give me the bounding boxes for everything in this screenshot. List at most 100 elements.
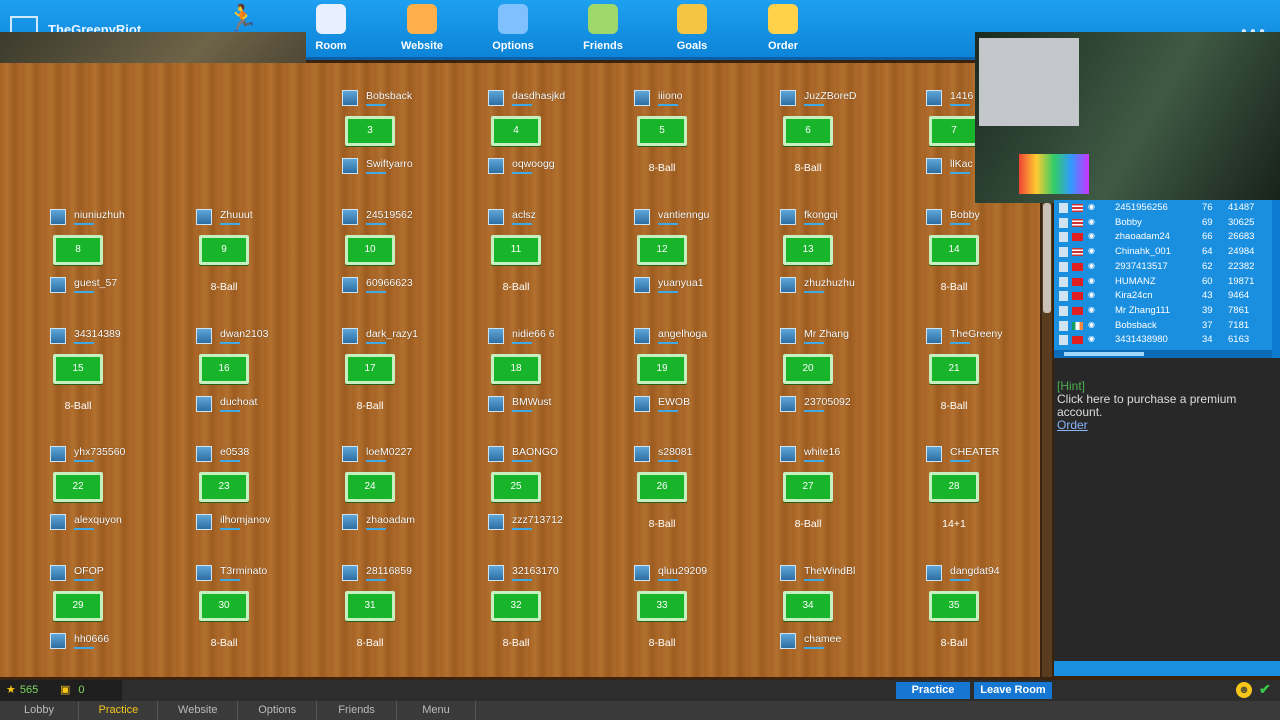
- pool-table[interactable]: 18: [491, 353, 541, 384]
- pool-table[interactable]: 9: [199, 235, 249, 265]
- table-slot[interactable]: OFOP 29 hh0666: [50, 564, 150, 675]
- player-top[interactable]: loeM0227: [342, 446, 442, 464]
- tab-options[interactable]: Options: [238, 701, 318, 720]
- player-bottom[interactable]: zhaoadam: [342, 514, 442, 532]
- player-top[interactable]: niuniuzhuh: [50, 209, 150, 227]
- pool-table[interactable]: 26: [637, 472, 687, 502]
- pool-table[interactable]: 32: [491, 590, 541, 621]
- player-bottom[interactable]: alexquyon: [50, 514, 150, 532]
- table-slot[interactable]: 28116859 31 8-Ball: [342, 564, 442, 675]
- player-bottom[interactable]: 23705092: [780, 395, 880, 414]
- pool-table[interactable]: 21: [929, 353, 979, 384]
- check-icon[interactable]: ✔: [1259, 681, 1271, 698]
- pool-table[interactable]: 29: [53, 590, 103, 621]
- player-top[interactable]: 32163170: [488, 564, 588, 583]
- tab-friends[interactable]: Friends: [318, 701, 397, 720]
- runner-icon[interactable]: 🏃: [226, 2, 258, 34]
- player-top[interactable]: JuzZBoreD: [780, 90, 880, 108]
- player-top[interactable]: yhx735560: [50, 446, 150, 464]
- table-slot[interactable]: 34314389 15 8-Ball: [50, 327, 150, 438]
- pool-table[interactable]: 23: [199, 472, 249, 502]
- leave-room-button[interactable]: Leave Room: [974, 682, 1052, 699]
- table-slot[interactable]: Zhuuut 9 8-Ball: [196, 209, 296, 319]
- player-top[interactable]: e0538: [196, 446, 296, 464]
- table-slot[interactable]: e0538 23 ilhomjanov: [196, 446, 296, 556]
- table-slot[interactable]: 32163170 32 8-Ball: [488, 564, 588, 675]
- table-slot[interactable]: Bobsback 3 Swiftyarro: [342, 90, 442, 200]
- player-top[interactable]: CHEATER: [926, 446, 1026, 464]
- table-slot[interactable]: vantienngu 12 yuanyua1: [634, 209, 734, 319]
- pool-table[interactable]: 15: [53, 353, 103, 384]
- player-bottom[interactable]: zzz713712: [488, 514, 588, 532]
- player-top[interactable]: s28081: [634, 446, 734, 464]
- player-bottom[interactable]: oqwoogg: [488, 158, 588, 176]
- ranking-row[interactable]: ◉ HUMANZ 60 19871: [1054, 275, 1272, 290]
- player-top[interactable]: dangdat94: [926, 564, 1026, 583]
- player-top[interactable]: iiiono: [634, 90, 734, 108]
- table-slot[interactable]: fkongqi 13 zhuzhuzhu: [780, 209, 880, 319]
- eye-icon[interactable]: ◉: [1088, 290, 1095, 299]
- ranking-row[interactable]: ◉ 2937413517 62 22382: [1054, 260, 1272, 275]
- player-bottom[interactable]: hh0666: [50, 632, 150, 651]
- eye-icon[interactable]: ◉: [1088, 276, 1095, 285]
- practice-button[interactable]: Practice: [896, 682, 970, 699]
- eye-icon[interactable]: ◉: [1088, 246, 1095, 255]
- player-bottom[interactable]: ilhomjanov: [196, 514, 296, 532]
- table-slot[interactable]: white16 27 8-Ball: [780, 446, 880, 556]
- pool-table[interactable]: 30: [199, 590, 249, 621]
- tab-lobby[interactable]: Lobby: [0, 701, 79, 720]
- eye-icon[interactable]: ◉: [1088, 217, 1095, 226]
- player-bottom[interactable]: chamee: [780, 632, 880, 651]
- eye-icon[interactable]: ◉: [1088, 320, 1095, 329]
- pool-table[interactable]: 6: [783, 116, 833, 146]
- table-slot[interactable]: yhx735560 22 alexquyon: [50, 446, 150, 556]
- table-slot[interactable]: angelhoga 19 EWOB: [634, 327, 734, 438]
- pool-table[interactable]: 3: [345, 116, 395, 146]
- pool-table[interactable]: 13: [783, 235, 833, 265]
- player-top[interactable]: Zhuuut: [196, 209, 296, 227]
- player-bottom[interactable]: 60966623: [342, 277, 442, 295]
- player-top[interactable]: white16: [780, 446, 880, 464]
- tab-practice[interactable]: Practice: [79, 701, 159, 720]
- pool-table[interactable]: 12: [637, 235, 687, 265]
- pool-table[interactable]: 11: [491, 235, 541, 265]
- player-bottom[interactable]: guest_57: [50, 277, 150, 295]
- table-slot[interactable]: aclsz 11 8-Ball: [488, 209, 588, 319]
- pool-table[interactable]: 22: [53, 472, 103, 502]
- player-top[interactable]: Bobsback: [342, 90, 442, 108]
- chat-input-bar[interactable]: [1054, 661, 1280, 676]
- table-slot[interactable]: CHEATER 28 14+1: [926, 446, 1026, 556]
- player-top[interactable]: qluu29209: [634, 564, 734, 583]
- pool-table[interactable]: 28: [929, 472, 979, 502]
- player-top[interactable]: Bobby: [926, 209, 1026, 227]
- player-bottom[interactable]: duchoat: [196, 395, 296, 414]
- pool-table[interactable]: 4: [491, 116, 541, 146]
- nav-website-button[interactable]: Website: [382, 2, 462, 56]
- hint-order-link[interactable]: Order: [1057, 419, 1277, 432]
- player-bottom[interactable]: yuanyua1: [634, 277, 734, 295]
- player-bottom[interactable]: EWOB: [634, 395, 734, 414]
- nav-order-button[interactable]: Order: [743, 2, 823, 56]
- pool-table[interactable]: 8: [53, 235, 103, 265]
- table-slot[interactable]: loeM0227 24 zhaoadam: [342, 446, 442, 556]
- pool-table[interactable]: 35: [929, 590, 979, 621]
- tab-menu[interactable]: Menu: [397, 701, 476, 720]
- player-top[interactable]: TheGreeny: [926, 327, 1026, 346]
- table-slot[interactable]: s28081 26 8-Ball: [634, 446, 734, 556]
- player-bottom[interactable]: Swiftyarro: [342, 158, 442, 176]
- player-top[interactable]: fkongqi: [780, 209, 880, 227]
- player-bottom[interactable]: zhuzhuzhu: [780, 277, 880, 295]
- player-top[interactable]: BAONGO: [488, 446, 588, 464]
- table-slot[interactable]: dasdhasjkd 4 oqwoogg: [488, 90, 588, 200]
- player-top[interactable]: TheWindBl: [780, 564, 880, 583]
- ranking-row[interactable]: ◉ Kira24cn 43 9464: [1054, 289, 1272, 304]
- table-slot[interactable]: niuniuzhuh 8 guest_57: [50, 209, 150, 319]
- eye-icon[interactable]: ◉: [1088, 231, 1095, 240]
- table-slot[interactable]: Mr Zhang 20 23705092: [780, 327, 880, 438]
- nav-goals-button[interactable]: Goals: [652, 2, 732, 56]
- table-slot[interactable]: 24519562 10 60966623: [342, 209, 442, 319]
- hint-text[interactable]: Click here to purchase a premium account…: [1057, 393, 1277, 419]
- table-slot[interactable]: iiiono 5 8-Ball: [634, 90, 734, 200]
- table-slot[interactable]: dark_razy1 17 8-Ball: [342, 327, 442, 438]
- eye-icon[interactable]: ◉: [1088, 305, 1095, 314]
